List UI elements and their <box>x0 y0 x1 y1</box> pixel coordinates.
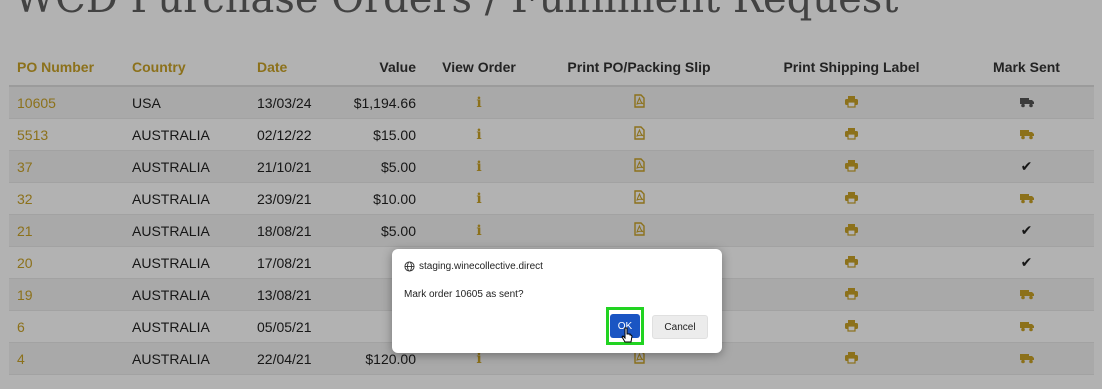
globe-icon <box>404 261 415 272</box>
confirm-dialog: staging.winecollective.direct Mark order… <box>392 249 722 353</box>
dialog-origin-text: staging.winecollective.direct <box>419 261 543 272</box>
dialog-origin: staging.winecollective.direct <box>404 261 543 272</box>
cancel-button[interactable]: Cancel <box>652 315 708 339</box>
mouse-cursor-icon <box>621 327 633 343</box>
dialog-message: Mark order 10605 as sent? <box>404 289 524 300</box>
page: WCD Purchase Orders / Fulfilment Request… <box>0 0 1102 389</box>
